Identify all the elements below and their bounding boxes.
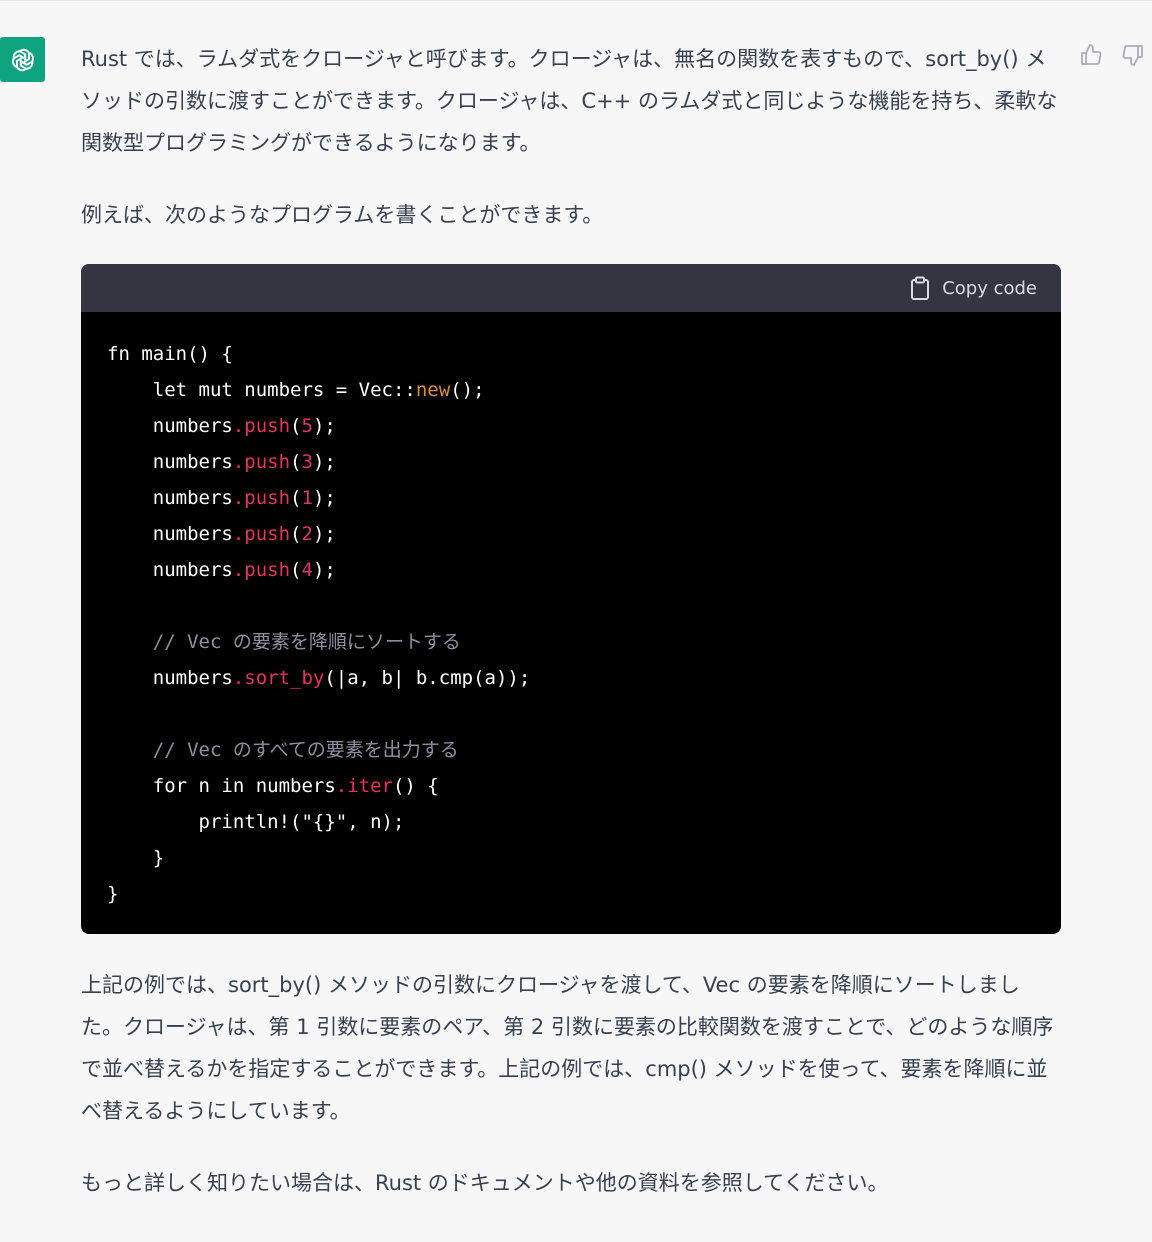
code-token: numbers: [107, 415, 233, 437]
code-token: 1: [301, 487, 313, 509]
code-token: (: [290, 523, 302, 545]
code-line: for n in numbers.iter() {: [107, 768, 1035, 804]
paragraph-reference: もっと詳しく知りたい場合は、Rust のドキュメントや他の資料を参照してください…: [81, 1171, 889, 1195]
code-line: fn main() {: [107, 336, 1035, 372]
code-token: );: [312, 487, 336, 509]
code-token: }: [107, 883, 119, 905]
code-token: 5: [301, 415, 313, 437]
code-token: (: [290, 451, 302, 473]
code-token: numbers: [107, 559, 233, 581]
code-token: .push: [232, 523, 291, 545]
code-line: }: [107, 876, 1035, 912]
code-token: numbers: [107, 523, 233, 545]
code-token: println!("{}", n);: [107, 811, 405, 833]
code-token: (: [290, 487, 302, 509]
code-token: numbers: [107, 451, 233, 473]
clipboard-icon: [911, 276, 930, 300]
openai-logo-icon: [11, 48, 34, 71]
code-line: let mut numbers = Vec::new();: [107, 372, 1035, 408]
code-token: 2: [301, 523, 313, 545]
thumbs-down-button[interactable]: [1120, 42, 1146, 68]
paragraph-explanation: 上記の例では、sort_by() メソッドの引数にクロージャを渡して、Vec の…: [81, 973, 1054, 1123]
paragraph-intro: Rust では、ラムダ式をクロージャと呼びます。クロージャは、無名の関数を表すも…: [81, 47, 1058, 155]
code-line: numbers.push(5);: [107, 408, 1035, 444]
code-token: // Vec の要素を降順にソートする: [107, 631, 461, 653]
code-token: ();: [450, 379, 485, 401]
copy-code-button[interactable]: Copy code: [910, 276, 1037, 300]
code-token: (: [290, 415, 302, 437]
code-token: fn main() {: [107, 343, 233, 365]
code-block: Copy code fn main() { let mut numbers = …: [81, 264, 1061, 934]
code-token: );: [312, 415, 336, 437]
code-line: numbers.sort_by(|a, b| b.cmp(a));: [107, 660, 1035, 696]
code-token: numbers: [107, 487, 233, 509]
code-token: .push: [232, 559, 291, 581]
code-token: () {: [392, 775, 439, 797]
code-token: new: [415, 379, 451, 401]
code-token: .sort_by: [232, 667, 325, 689]
copy-code-label: Copy code: [942, 277, 1037, 299]
code-token: );: [312, 559, 336, 581]
code-token: (: [290, 559, 302, 581]
code-line: println!("{}", n);: [107, 804, 1035, 840]
code-line: numbers.push(1);: [107, 480, 1035, 516]
code-token: numbers: [107, 667, 233, 689]
code-token: for n in numbers: [107, 775, 336, 797]
code-line: numbers.push(3);: [107, 444, 1035, 480]
code-token: 3: [301, 451, 313, 473]
code-token: 4: [301, 559, 313, 581]
code-token: (|a, b| b.cmp(a));: [324, 667, 531, 689]
code-line: // Vec のすべての要素を出力する: [107, 732, 1035, 768]
code-token: .push: [232, 487, 291, 509]
paragraph-example-lead: 例えば、次のようなプログラムを書くことができます。: [81, 203, 604, 227]
code-token: );: [312, 451, 336, 473]
code-token: .push: [232, 415, 291, 437]
code-line: // Vec の要素を降順にソートする: [107, 624, 1035, 660]
code-line: }: [107, 840, 1035, 876]
code-line: numbers.push(4);: [107, 552, 1035, 588]
top-divider: [0, 0, 1152, 1]
code-token: .push: [232, 451, 291, 473]
code-token: // Vec のすべての要素を出力する: [107, 739, 459, 761]
assistant-avatar: [0, 37, 45, 82]
thumbs-up-button[interactable]: [1078, 42, 1104, 68]
code-token: let mut numbers = Vec::: [107, 379, 416, 401]
code-block-header: Copy code: [81, 264, 1061, 312]
assistant-message: Rust では、ラムダ式をクロージャと呼びます。クロージャは、無名の関数を表すも…: [81, 38, 1061, 1204]
thumbs-down-icon: [1122, 45, 1143, 66]
code-token: .iter: [335, 775, 393, 797]
code-line: numbers.push(2);: [107, 516, 1035, 552]
code-content: fn main() { let mut numbers = Vec::new()…: [81, 312, 1061, 934]
code-token: );: [312, 523, 336, 545]
thumbs-up-icon: [1081, 44, 1102, 65]
code-token: }: [107, 847, 165, 869]
